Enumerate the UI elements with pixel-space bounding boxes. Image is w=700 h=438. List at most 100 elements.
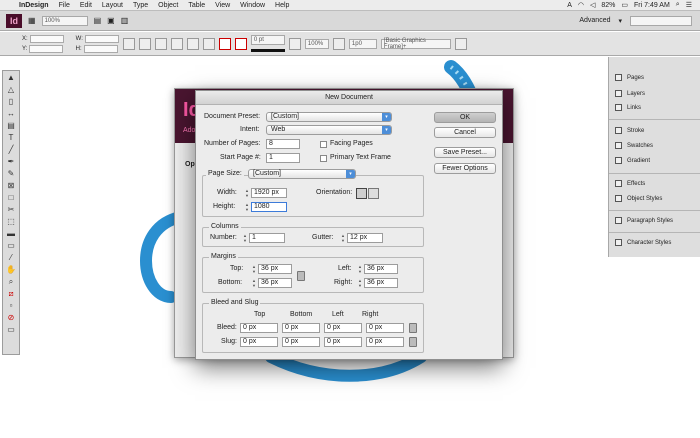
margin-bottom-stepper-icon[interactable]: ▲ ▼ — [251, 278, 257, 288]
volume-icon[interactable]: ◁ — [590, 1, 595, 9]
list-icon[interactable]: ☰ — [686, 1, 692, 9]
margin-left-field[interactable]: 36 px — [364, 264, 398, 274]
panel-object-styles[interactable]: Object Styles — [615, 193, 699, 204]
workspace-select[interactable]: Advanced — [579, 17, 610, 24]
pen-tool-icon[interactable]: ✒ — [4, 156, 18, 167]
menu-file[interactable]: File — [54, 2, 75, 9]
bleed-right-field[interactable]: 0 px — [366, 323, 404, 333]
menu-object[interactable]: Object — [153, 2, 183, 9]
panel-pages[interactable]: Pages — [615, 72, 699, 83]
fill-stroke-icon[interactable]: ⧄ — [4, 288, 18, 299]
slug-left-field[interactable]: 0 px — [324, 337, 362, 347]
note-tool-icon[interactable]: ▭ — [4, 240, 18, 251]
arrange-documents-icon[interactable]: ▥ — [121, 16, 129, 25]
help-search-field[interactable] — [630, 15, 692, 26]
object-style-select[interactable]: [Basic Graphics Frame]+ — [380, 38, 451, 50]
gradient-tool-icon[interactable]: ▬ — [4, 228, 18, 239]
menu-app-name[interactable]: InDesign — [14, 2, 54, 9]
margin-bottom-field[interactable]: 36 px — [258, 278, 292, 288]
panel-menu-icon[interactable] — [454, 37, 467, 50]
stroke-type-swatch[interactable] — [250, 49, 285, 52]
select-container-icon[interactable] — [202, 37, 215, 50]
height-stepper-icon[interactable]: ▲ ▼ — [244, 202, 250, 212]
rectangle-tool-icon[interactable]: □ — [4, 192, 18, 203]
menu-edit[interactable]: Edit — [75, 2, 97, 9]
menu-layout[interactable]: Layout — [97, 2, 128, 9]
y-field[interactable] — [29, 44, 64, 53]
screen-mode-tool-icon[interactable]: ▭ — [4, 324, 18, 335]
cancel-button[interactable]: Cancel — [434, 127, 496, 138]
text-wrap-offset-field[interactable]: 1p0 — [348, 38, 377, 49]
page-tool-icon[interactable]: ▯ — [4, 96, 18, 107]
clock[interactable]: Fri 7:49 AM — [634, 2, 670, 9]
gutter-stepper-icon[interactable]: ▲ ▼ — [340, 233, 346, 243]
portrait-orientation-icon[interactable] — [356, 188, 367, 199]
hand-tool-icon[interactable]: ✋ — [4, 264, 18, 275]
line-tool-icon[interactable]: ╱ — [4, 144, 18, 155]
slug-chain-link-icon[interactable] — [409, 337, 417, 347]
panel-layers[interactable]: Layers — [615, 88, 699, 99]
menu-table[interactable]: Table — [183, 2, 210, 9]
menu-type[interactable]: Type — [128, 2, 153, 9]
stroke-weight-field[interactable]: 0 pt — [250, 35, 285, 45]
fill-icon[interactable] — [218, 37, 231, 50]
columns-number-field[interactable]: 1 — [249, 233, 285, 243]
gap-tool-icon[interactable]: ↔ — [4, 108, 18, 119]
intent-select[interactable]: Web ▾ — [266, 125, 392, 135]
slug-right-field[interactable]: 0 px — [366, 337, 404, 347]
margin-right-field[interactable]: 36 px — [364, 278, 398, 288]
chain-link-icon[interactable] — [297, 271, 305, 281]
gutter-field[interactable]: 12 px — [347, 233, 383, 243]
panel-paragraph-styles[interactable]: Paragraph Styles — [615, 215, 699, 226]
chevron-down-icon[interactable]: ▾ — [618, 17, 622, 25]
formatting-container-icon[interactable]: ▫ — [4, 300, 18, 311]
eyedropper-tool-icon[interactable]: ⁄ — [4, 252, 18, 263]
bleed-chain-link-icon[interactable] — [409, 323, 417, 333]
effects-icon[interactable] — [288, 37, 301, 50]
fewer-options-button[interactable]: Fewer Options — [434, 163, 496, 174]
width-stepper-icon[interactable]: ▲ ▼ — [244, 188, 250, 198]
menu-view[interactable]: View — [210, 2, 235, 9]
stroke-icon[interactable] — [234, 37, 247, 50]
margin-top-field[interactable]: 36 px — [258, 264, 292, 274]
bleed-bottom-field[interactable]: 0 px — [282, 323, 320, 333]
menu-window[interactable]: Window — [235, 2, 270, 9]
selection-tool-icon[interactable]: ▲ — [4, 72, 18, 83]
bridge-icon[interactable]: ▦ — [28, 16, 36, 25]
bleed-left-field[interactable]: 0 px — [324, 323, 362, 333]
menu-help[interactable]: Help — [270, 2, 294, 9]
direct-selection-tool-icon[interactable]: △ — [4, 84, 18, 95]
page-size-select[interactable]: [Custom] ▾ — [248, 169, 356, 179]
wifi-icon[interactable]: ◠ — [578, 1, 584, 9]
bleed-top-field[interactable]: 0 px — [240, 323, 278, 333]
rectangle-frame-tool-icon[interactable]: ⊠ — [4, 180, 18, 191]
search-icon[interactable]: ⌕ — [676, 1, 680, 9]
start-page-field[interactable]: 1 — [266, 153, 300, 163]
margin-top-stepper-icon[interactable]: ▲ ▼ — [251, 264, 257, 274]
panel-stroke[interactable]: Stroke — [615, 125, 699, 136]
w-field[interactable] — [84, 34, 119, 43]
panel-effects[interactable]: Effects — [615, 178, 699, 189]
content-collector-icon[interactable]: ▤ — [4, 120, 18, 131]
facing-pages-checkbox[interactable] — [320, 141, 327, 148]
panel-links[interactable]: Links — [615, 102, 699, 113]
number-of-pages-field[interactable]: 8 — [266, 139, 300, 149]
margin-right-stepper-icon[interactable]: ▲ ▼ — [357, 278, 363, 288]
view-options-icon[interactable]: ▤ — [94, 16, 102, 25]
slug-top-field[interactable]: 0 px — [240, 337, 278, 347]
margin-left-stepper-icon[interactable]: ▲ ▼ — [357, 264, 363, 274]
constrain-proportions-icon[interactable] — [122, 37, 135, 50]
primary-text-frame-checkbox[interactable] — [320, 155, 327, 162]
panel-gradient[interactable]: Gradient — [615, 155, 699, 166]
columns-number-stepper-icon[interactable]: ▲ ▼ — [242, 233, 248, 243]
scissors-tool-icon[interactable]: ✂ — [4, 204, 18, 215]
flip-icon[interactable] — [186, 37, 199, 50]
ok-button[interactable]: OK — [434, 112, 496, 123]
zoom-tool-icon[interactable]: ⌕ — [4, 276, 18, 287]
apply-none-icon[interactable]: ⊘ — [4, 312, 18, 323]
rotate-icon[interactable] — [154, 37, 167, 50]
h-field[interactable] — [83, 44, 118, 53]
panel-character-styles[interactable]: Character Styles — [615, 237, 699, 248]
height-field[interactable]: 1080 — [251, 202, 287, 212]
slug-bottom-field[interactable]: 0 px — [282, 337, 320, 347]
